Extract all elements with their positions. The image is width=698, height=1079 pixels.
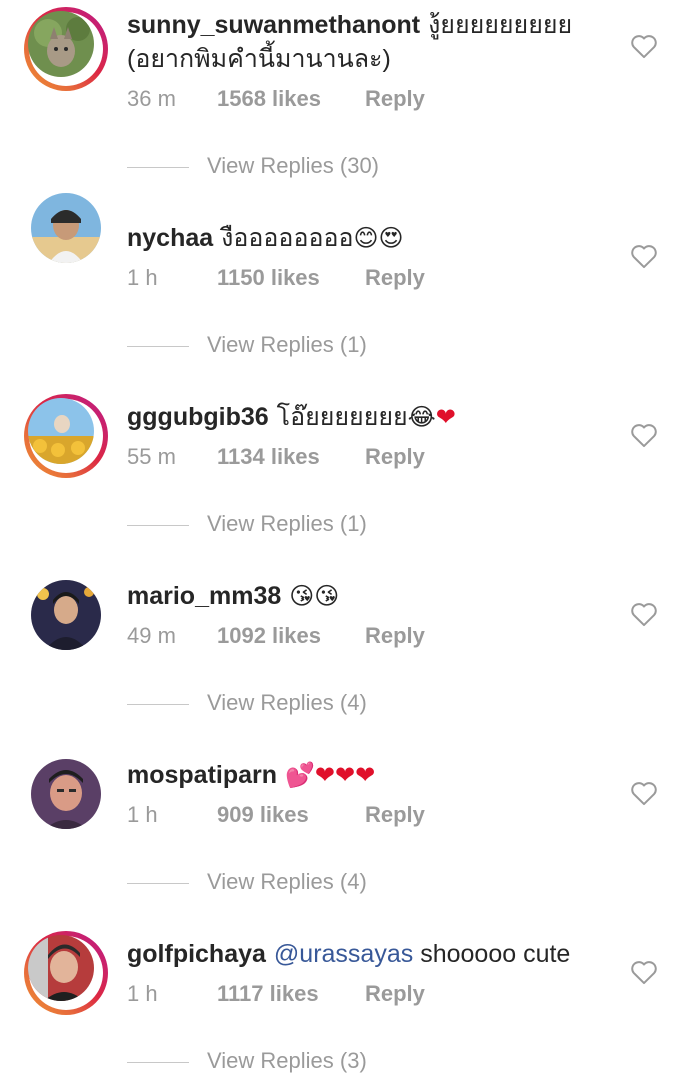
view-replies-button[interactable]: View Replies (4): [127, 690, 367, 716]
mention-link[interactable]: @urassayas: [274, 940, 413, 968]
comment-username[interactable]: mospatiparn: [127, 761, 277, 789]
divider-line: [127, 1061, 189, 1063]
view-replies-label: View Replies (30): [207, 153, 380, 178]
two-hearts-emoji: 💕: [285, 762, 315, 789]
comment-meta: 1 h 1150 likes Reply: [127, 265, 425, 291]
comment-time: 1 h: [127, 802, 158, 827]
view-replies-label: View Replies (1): [207, 332, 367, 357]
avatar-wrapper[interactable]: [24, 186, 108, 270]
comment-meta: 1 h 1117 likes Reply: [127, 981, 425, 1007]
comment-likes[interactable]: 1134 likes: [217, 444, 345, 470]
comment-likes[interactable]: 1568 likes: [217, 86, 345, 112]
comment-username[interactable]: sunny_suwanmethanont: [127, 11, 420, 39]
comment-body: mospatiparn 💕❤❤❤: [127, 758, 607, 793]
reply-button[interactable]: Reply: [365, 265, 425, 291]
comment-time: 36 m: [127, 86, 176, 111]
divider-line: [127, 166, 189, 168]
reply-button[interactable]: Reply: [365, 86, 425, 112]
view-replies-label: View Replies (4): [207, 690, 367, 715]
avatar: [31, 759, 101, 829]
comment-item: gggubgib36 โอ๊ยยยยยยย😂❤ 55 m 1134 likes Rep…: [0, 358, 698, 537]
reply-button[interactable]: Reply: [365, 981, 425, 1007]
comment-body: golfpichaya @urassayas shooooo cute: [127, 937, 607, 971]
comment-time: 49 m: [127, 623, 176, 648]
view-replies-label: View Replies (4): [207, 869, 367, 894]
view-replies-button[interactable]: View Replies (4): [127, 869, 367, 895]
comment-username[interactable]: nychaa: [127, 224, 213, 252]
avatar: [28, 935, 94, 1001]
avatar-story-ring[interactable]: [24, 7, 108, 91]
red-heart-emojis: ❤: [435, 404, 456, 431]
comment-likes[interactable]: 909 likes: [217, 802, 345, 828]
avatar: [28, 398, 94, 464]
avatar-wrapper[interactable]: [24, 752, 108, 836]
comment-likes[interactable]: 1092 likes: [217, 623, 345, 649]
emoji-group: 😊😍: [353, 225, 404, 252]
comment-body: nychaa งืออออออออ😊😍: [127, 221, 607, 256]
view-replies-button[interactable]: View Replies (1): [127, 332, 367, 358]
comment-likes[interactable]: 1150 likes: [217, 265, 345, 291]
avatar: [31, 580, 101, 650]
comment-item: mospatiparn 💕❤❤❤ 1 h 909 likes Reply View R…: [0, 716, 698, 895]
comment-body: gggubgib36 โอ๊ยยยยยยย😂❤: [127, 400, 607, 435]
emoji-group: 😘😘: [289, 583, 340, 610]
view-replies-button[interactable]: View Replies (30): [127, 153, 379, 179]
heart-outline-icon[interactable]: [630, 780, 658, 806]
comment-item: mario_mm38 😘😘 49 m 1092 likes Reply View Re…: [0, 537, 698, 716]
avatar-wrapper[interactable]: [24, 573, 108, 657]
avatar-story-ring[interactable]: [24, 931, 108, 1015]
comment-item: nychaa งืออออออออ😊😍 1 h 1150 likes Reply Vi…: [0, 179, 698, 358]
heart-outline-icon[interactable]: [630, 422, 658, 448]
comment-item: golfpichaya @urassayas shooooo cute 1 h 11…: [0, 895, 698, 1074]
divider-line: [127, 524, 189, 526]
comment-time: 1 h: [127, 981, 158, 1006]
avatar: [28, 11, 94, 77]
comment-meta: 55 m 1134 likes Reply: [127, 444, 425, 470]
comment-text: shooooo cute: [420, 940, 571, 968]
avatar-story-ring[interactable]: [24, 394, 108, 478]
divider-line: [127, 703, 189, 705]
comment-meta: 49 m 1092 likes Reply: [127, 623, 425, 649]
red-heart-emojis: ❤❤❤: [314, 762, 376, 789]
comment-body: mario_mm38 😘😘: [127, 579, 607, 614]
comment-time: 55 m: [127, 444, 176, 469]
heart-outline-icon[interactable]: [630, 959, 658, 985]
comment-item: sunny_suwanmethanont งู้ยยยยยยยยย (อยากพิ…: [0, 0, 698, 179]
heart-outline-icon[interactable]: [630, 243, 658, 269]
view-replies-button[interactable]: View Replies (1): [127, 511, 367, 537]
comment-text: งืออออออออ: [221, 224, 354, 252]
comment-username[interactable]: mario_mm38: [127, 582, 281, 610]
comment-meta: 36 m 1568 likes Reply: [127, 86, 425, 112]
comment-text: โอ๊ยยยยยยย: [276, 403, 408, 431]
comment-time: 1 h: [127, 265, 158, 290]
avatar: [31, 193, 101, 263]
view-replies-button[interactable]: View Replies (3): [127, 1048, 367, 1074]
reply-button[interactable]: Reply: [365, 444, 425, 470]
reply-button[interactable]: Reply: [365, 623, 425, 649]
divider-line: [127, 345, 189, 347]
comment-likes[interactable]: 1117 likes: [217, 981, 345, 1007]
emoji-group: 😂: [407, 404, 436, 431]
reply-button[interactable]: Reply: [365, 802, 425, 828]
heart-outline-icon[interactable]: [630, 33, 658, 59]
divider-line: [127, 882, 189, 884]
comment-username[interactable]: golfpichaya: [127, 940, 266, 968]
comment-username[interactable]: gggubgib36: [127, 403, 269, 431]
view-replies-label: View Replies (3): [207, 1048, 367, 1073]
heart-outline-icon[interactable]: [630, 601, 658, 627]
comment-meta: 1 h 909 likes Reply: [127, 802, 425, 828]
view-replies-label: View Replies (1): [207, 511, 367, 536]
comment-body: sunny_suwanmethanont งู้ยยยยยยยยย (อยากพิ…: [127, 8, 607, 76]
